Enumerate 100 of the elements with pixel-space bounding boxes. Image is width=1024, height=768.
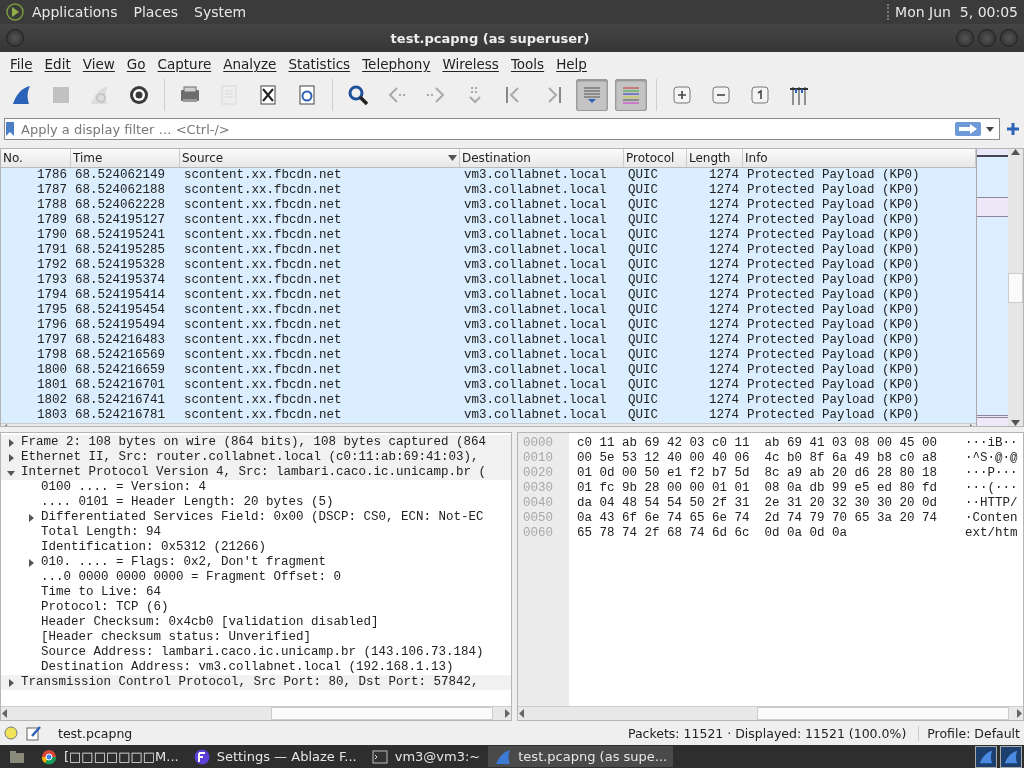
packet-minimap[interactable] xyxy=(976,149,1008,426)
menu-item[interactable]: Help xyxy=(550,56,593,72)
panel-menu[interactable]: System xyxy=(186,4,255,20)
tree-item[interactable]: [Header checksum status: Unverified] xyxy=(41,630,312,645)
packet-row[interactable]: 1793 68.524195374 scontent.xx.fbcdn.net vm3.collabnet.local QUIC 1274 Protected Payload (KP0) xyxy=(1,273,976,288)
packet-row[interactable]: 1790 68.524195241 scontent.xx.fbcdn.net vm3.collabnet.local QUIC 1274 Protected Payload (KP0) xyxy=(1,228,976,243)
tree-item[interactable]: Total Length: 94 xyxy=(41,525,162,540)
menu-item[interactable]: File xyxy=(4,56,39,72)
menu-item[interactable]: Edit xyxy=(38,56,77,72)
table-cell-text: 68.524062228 xyxy=(74,198,166,213)
menu-item[interactable]: Tools xyxy=(504,56,551,72)
collapsed-arrow-icon[interactable] xyxy=(27,558,35,567)
packet-row[interactable]: 1802 68.524216741 scontent.xx.fbcdn.net vm3.collabnet.local QUIC 1274 Protected Payload (KP0) xyxy=(1,393,976,408)
column-header[interactable]: Time xyxy=(71,149,180,167)
expanded-arrow-icon[interactable] xyxy=(7,468,15,477)
table-cell-text: 1797 xyxy=(36,333,68,348)
tree-item[interactable]: 0100 .... = Version: 4 xyxy=(41,480,207,495)
column-header[interactable]: Length xyxy=(687,149,743,167)
collapsed-arrow-icon[interactable] xyxy=(7,678,15,687)
table-cell-text: 1274 xyxy=(708,228,740,243)
menu-item[interactable]: Analyze xyxy=(217,56,283,72)
taskbar-item[interactable]: Settings — Ablaze F... xyxy=(186,746,363,767)
taskbar-item[interactable]: test.pcapng (as supe... xyxy=(488,746,674,767)
tree-item[interactable]: 010. .... = Flags: 0x2, Don't fragment xyxy=(41,555,327,570)
horizontal-scrollbar[interactable] xyxy=(518,706,1023,720)
app-icon xyxy=(192,747,211,766)
packet-row[interactable]: 1797 68.524216483 scontent.xx.fbcdn.net vm3.collabnet.local QUIC 1274 Protected Payload (KP0) xyxy=(1,333,976,348)
packet-row[interactable]: 1803 68.524216781 scontent.xx.fbcdn.net vm3.collabnet.local QUIC 1274 Protected Payload (KP0) xyxy=(1,408,976,423)
menu-item[interactable]: Wireless xyxy=(436,56,505,72)
browser-icon xyxy=(40,747,58,766)
menu-item[interactable]: Go xyxy=(120,56,152,72)
hex-ascii: ···P··· xyxy=(965,466,1018,481)
dropdown-caret-icon[interactable] xyxy=(985,125,995,133)
add-filter-icon[interactable] xyxy=(1006,122,1020,136)
edit-comment-icon[interactable] xyxy=(26,725,42,741)
packet-row[interactable]: 1786 68.524062149 scontent.xx.fbcdn.net vm3.collabnet.local QUIC 1274 Protected Payload (KP0) xyxy=(1,168,976,183)
packet-row[interactable]: 1788 68.524062228 scontent.xx.fbcdn.net vm3.collabnet.local QUIC 1274 Protected Payload (KP0) xyxy=(1,198,976,213)
gear-icon xyxy=(127,83,151,107)
collapsed-arrow-icon[interactable] xyxy=(27,513,35,522)
table-cell-text: 1274 xyxy=(708,243,740,258)
workspace-button[interactable] xyxy=(975,745,997,768)
table-cell-text: 1274 xyxy=(708,348,740,363)
tree-item[interactable]: Source Address: lambari.caco.ic.unicamp.br (143.106.73.184) xyxy=(41,645,484,660)
scroll-left-arrow-icon[interactable] xyxy=(518,709,526,718)
table-cell-text: 1795 xyxy=(36,303,68,318)
packet-row[interactable]: 1791 68.524195285 scontent.xx.fbcdn.net vm3.collabnet.local QUIC 1274 Protected Payload (KP0) xyxy=(1,243,976,258)
packet-row[interactable]: 1792 68.524195328 scontent.xx.fbcdn.net vm3.collabnet.local QUIC 1274 Protected Payload (KP0) xyxy=(1,258,976,273)
packet-row[interactable]: 1794 68.524195414 scontent.xx.fbcdn.net vm3.collabnet.local QUIC 1274 Protected Payload (KP0) xyxy=(1,288,976,303)
table-cell-text: QUIC xyxy=(627,303,659,318)
bookmark-icon[interactable] xyxy=(5,121,15,137)
table-cell-text: 1274 xyxy=(708,318,740,333)
column-header[interactable]: Protocol xyxy=(624,149,687,167)
menu-item[interactable]: Telephony xyxy=(356,56,437,72)
tree-item[interactable]: Protocol: TCP (6) xyxy=(41,600,169,615)
scroll-right-arrow-icon[interactable] xyxy=(503,709,511,718)
packet-row[interactable]: 1787 68.524062188 scontent.xx.fbcdn.net vm3.collabnet.local QUIC 1274 Protected Payload (KP0) xyxy=(1,183,976,198)
tree-item[interactable]: Identification: 0x5312 (21266) xyxy=(41,540,267,555)
status-indicator-icon[interactable] xyxy=(4,726,18,740)
menu-item[interactable]: View xyxy=(76,56,121,72)
packet-row[interactable]: 1795 68.524195454 scontent.xx.fbcdn.net vm3.collabnet.local QUIC 1274 Protected Payload (KP0) xyxy=(1,303,976,318)
packet-row[interactable]: 1798 68.524216569 scontent.xx.fbcdn.net vm3.collabnet.local QUIC 1274 Protected Payload (KP0) xyxy=(1,348,976,363)
tree-item[interactable]: .... 0101 = Header Length: 20 bytes (5) xyxy=(41,495,334,510)
taskbar-item[interactable]: vm3@vm3:~ xyxy=(364,746,487,767)
tree-item[interactable]: Time to Live: 64 xyxy=(41,585,162,600)
column-header[interactable]: Destination xyxy=(460,149,624,167)
tree-item[interactable]: Header Checksum: 0x4cb0 [validation disabled] xyxy=(41,615,379,630)
packet-row[interactable]: 1801 68.524216701 scontent.xx.fbcdn.net vm3.collabnet.local QUIC 1274 Protected Payload (KP0) xyxy=(1,378,976,393)
column-header[interactable]: No. xyxy=(1,149,71,167)
workspace-button[interactable] xyxy=(1000,745,1022,768)
packet-row[interactable]: 1796 68.524195494 scontent.xx.fbcdn.net vm3.collabnet.local QUIC 1274 Protected Payload (KP0) xyxy=(1,318,976,333)
profile-label[interactable]: Profile: Default xyxy=(927,725,1020,741)
menu-item[interactable]: Statistics xyxy=(282,56,357,72)
tree-item[interactable]: Differentiated Services Field: 0x00 (DSCP: CS0, ECN: Not-EC xyxy=(41,510,484,525)
tree-item[interactable]: Destination Address: vm3.collabnet.local (192.168.1.13) xyxy=(41,660,454,675)
scroll-right-arrow-icon[interactable] xyxy=(1015,709,1023,718)
vertical-scrollbar[interactable] xyxy=(1008,149,1023,426)
table-cell-text: 1274 xyxy=(708,213,740,228)
collapsed-arrow-icon[interactable] xyxy=(7,438,15,447)
tree-item[interactable]: ...0 0000 0000 0000 = Fragment Offset: 0 xyxy=(41,570,342,585)
scroll-left-arrow-icon[interactable] xyxy=(1,709,9,718)
packet-row[interactable]: 1800 68.524216659 scontent.xx.fbcdn.net vm3.collabnet.local QUIC 1274 Protected Payload (KP0) xyxy=(1,363,976,378)
panel-menu[interactable]: Places xyxy=(125,4,187,20)
column-header[interactable]: Source xyxy=(180,149,460,167)
horizontal-scrollbar[interactable] xyxy=(1,706,511,720)
display-filter-field[interactable]: Apply a display filter … <Ctrl-/> xyxy=(4,118,1000,140)
table-cell-text: QUIC xyxy=(627,408,659,423)
table-cell-text: Protected Payload (KP0) xyxy=(746,303,921,318)
taskbar-item[interactable]: [□□□□□□□M... xyxy=(34,746,185,767)
scrollbar-thumb[interactable] xyxy=(1008,272,1023,303)
packet-row[interactable]: 1789 68.524195127 scontent.xx.fbcdn.net vm3.collabnet.local QUIC 1274 Protected Payload (KP0) xyxy=(1,213,976,228)
collapsed-arrow-icon[interactable] xyxy=(7,453,15,462)
menu-item[interactable]: Capture xyxy=(151,56,218,72)
table-cell-text: Protected Payload (KP0) xyxy=(746,288,921,303)
hex-ascii: ext/htm xyxy=(965,526,1018,541)
filter-text-input[interactable]: Apply a display filter … <Ctrl-/> xyxy=(19,121,951,137)
panel-menu[interactable]: Applications xyxy=(24,4,126,20)
table-cell-text: QUIC xyxy=(627,183,659,198)
scroll-down-arrow-icon[interactable] xyxy=(1011,420,1020,426)
app-menu-icon[interactable] xyxy=(6,3,24,21)
scroll-up-arrow-icon[interactable] xyxy=(1011,149,1020,155)
